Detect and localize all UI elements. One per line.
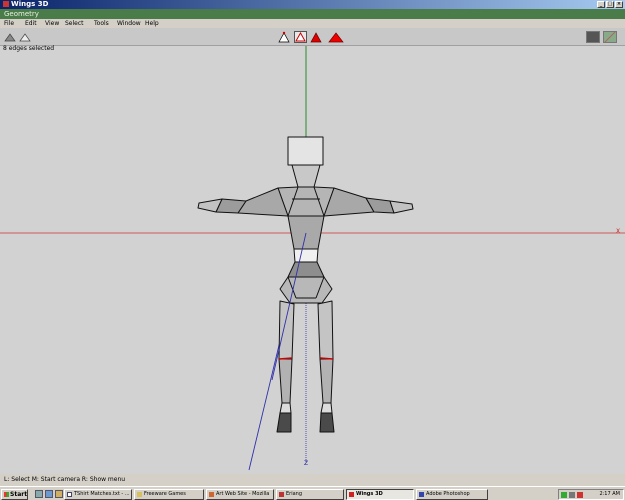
menu-tools[interactable]: Tools bbox=[94, 19, 109, 28]
app-icon bbox=[3, 1, 9, 7]
menu-window[interactable]: Window bbox=[117, 19, 141, 28]
start-label: Start bbox=[10, 491, 28, 498]
selected-edge bbox=[319, 357, 334, 360]
figure-mesh bbox=[197, 136, 414, 433]
start-button[interactable]: Start bbox=[1, 489, 28, 500]
task-adobe-photoshop[interactable]: Adobe Photoshop bbox=[416, 489, 488, 500]
smooth-shading-icon[interactable] bbox=[4, 32, 16, 42]
menu-view[interactable]: View bbox=[45, 19, 59, 28]
ortho-view-icon[interactable] bbox=[586, 31, 600, 43]
toolbar bbox=[0, 28, 625, 46]
notepad-icon bbox=[67, 492, 72, 497]
menu-file[interactable]: File bbox=[4, 19, 14, 28]
scene-canvas[interactable] bbox=[0, 46, 625, 474]
z-axis-label: Z bbox=[304, 460, 309, 467]
photoshop-icon bbox=[419, 492, 424, 497]
menu-edit[interactable]: Edit bbox=[25, 19, 37, 28]
geometry-window-title: Geometry bbox=[0, 9, 625, 19]
menu-help[interactable]: Help bbox=[145, 19, 159, 28]
folder-icon bbox=[137, 492, 142, 497]
show-desktop-icon[interactable] bbox=[35, 490, 43, 498]
maximize-button[interactable]: □ bbox=[606, 1, 614, 8]
edge-select-icon[interactable] bbox=[294, 31, 307, 43]
menu-select[interactable]: Select bbox=[65, 19, 84, 28]
clock: 2:17 AM bbox=[599, 491, 620, 497]
network-icon[interactable] bbox=[561, 492, 567, 498]
x-axis-label: X bbox=[616, 228, 621, 235]
wireframe-icon[interactable] bbox=[19, 32, 31, 42]
wings-icon bbox=[349, 492, 354, 497]
viewport-3d[interactable]: Z X bbox=[0, 46, 625, 474]
windows-flag-icon bbox=[4, 492, 9, 497]
selected-edge bbox=[278, 357, 293, 360]
close-button[interactable]: × bbox=[615, 1, 623, 8]
window-title: Wings 3D bbox=[11, 0, 49, 8]
task-eriang[interactable]: Eriang bbox=[276, 489, 344, 500]
chat-icon bbox=[279, 492, 284, 497]
info-bar: L: Select M: Start camera R: Show menu bbox=[0, 474, 625, 486]
task-freeware-games[interactable]: Freeware Games bbox=[134, 489, 204, 500]
vertex-select-icon[interactable] bbox=[278, 31, 291, 43]
folder-icon[interactable] bbox=[55, 490, 63, 498]
task-art-web-site[interactable]: Art Web Site - Mozilla bbox=[206, 489, 274, 500]
system-tray: 2:17 AM bbox=[558, 489, 624, 500]
minimize-button[interactable]: _ bbox=[597, 1, 605, 8]
taskbar: Start TShirt Matches.txt - ... Freeware … bbox=[0, 486, 625, 500]
axes-toggle-icon[interactable] bbox=[603, 31, 617, 43]
mozilla-icon bbox=[209, 492, 214, 497]
task-tshirt-matches[interactable]: TShirt Matches.txt - ... bbox=[64, 489, 132, 500]
title-bar: Wings 3D _ □ × bbox=[0, 0, 625, 9]
face-select-icon[interactable] bbox=[310, 31, 323, 43]
ie-icon[interactable] bbox=[45, 490, 53, 498]
task-wings-3d[interactable]: Wings 3D bbox=[346, 489, 414, 500]
body-select-icon[interactable] bbox=[328, 31, 344, 43]
antivirus-icon[interactable] bbox=[577, 492, 583, 498]
selection-status: 8 edges selected bbox=[3, 45, 55, 52]
volume-icon[interactable] bbox=[569, 492, 575, 498]
menu-bar: File Edit View Select Tools Window Help bbox=[0, 19, 625, 28]
